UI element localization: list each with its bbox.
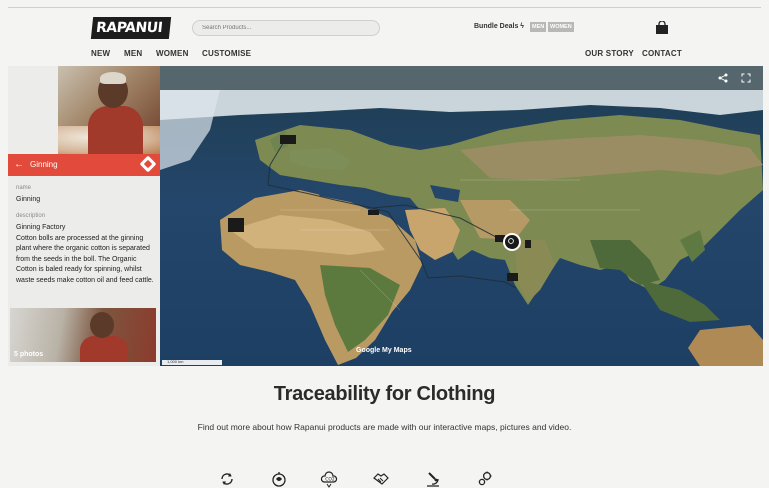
place-detail-panel: ← Ginning name Ginning description Ginni… [8,66,160,366]
globe-leaf-icon [272,472,286,487]
bundle-men-button[interactable]: MEN [530,22,547,32]
shopping-bag-icon[interactable] [655,21,669,34]
nav-new[interactable]: NEW [91,49,110,58]
name-label: name [16,185,32,191]
page-heading: Traceability for Clothing [273,383,496,405]
fullscreen-icon[interactable] [741,73,751,83]
nav-contact[interactable]: CONTACT [642,49,682,58]
bundle-deals-label[interactable]: Bundle Deals ϟ [474,23,524,30]
page-subtext: Find out more about how Rapanui products… [197,422,572,432]
rapanui-logo[interactable]: RAPANUI [90,17,172,39]
description-value: Ginning Factory Cotton bolls are process… [16,224,154,284]
satellite-map[interactable]: Google My Maps 1,000 km [160,90,763,366]
share-icon[interactable] [718,73,728,83]
place-title-bar: ← Ginning [8,154,160,176]
nav-women[interactable]: WOMEN [156,49,189,58]
search-input[interactable] [192,20,380,36]
recycle-icon [221,473,233,485]
map-landmass [160,90,763,366]
back-arrow-icon[interactable]: ← [14,159,24,170]
place-title: Ginning [30,160,58,169]
svg-text:CO2: CO2 [325,477,335,483]
description-label: description [16,213,46,219]
bundle-women-button[interactable]: WOMEN [548,22,574,32]
nav-our-story[interactable]: OUR STORY [585,49,634,58]
photo-gallery-thumbnail[interactable]: 5 photos [10,308,156,362]
top-divider [8,7,761,8]
worker-photo-top[interactable] [58,66,160,154]
google-my-maps-attribution: Google My Maps [356,347,412,354]
co2-cloud-icon: CO2 [320,471,338,488]
nav-men[interactable]: MEN [124,49,142,58]
map-toolbar [160,66,763,90]
map-scale-label: 1,000 km [167,359,184,364]
gears-icon [478,471,492,486]
photo-count: 5 photos [14,351,44,358]
microscope-icon [427,472,439,487]
nav-customise[interactable]: CUSTOMISE [202,49,251,58]
handshake-icon [373,473,389,485]
name-value: Ginning [16,196,41,203]
directions-icon[interactable] [139,155,157,173]
